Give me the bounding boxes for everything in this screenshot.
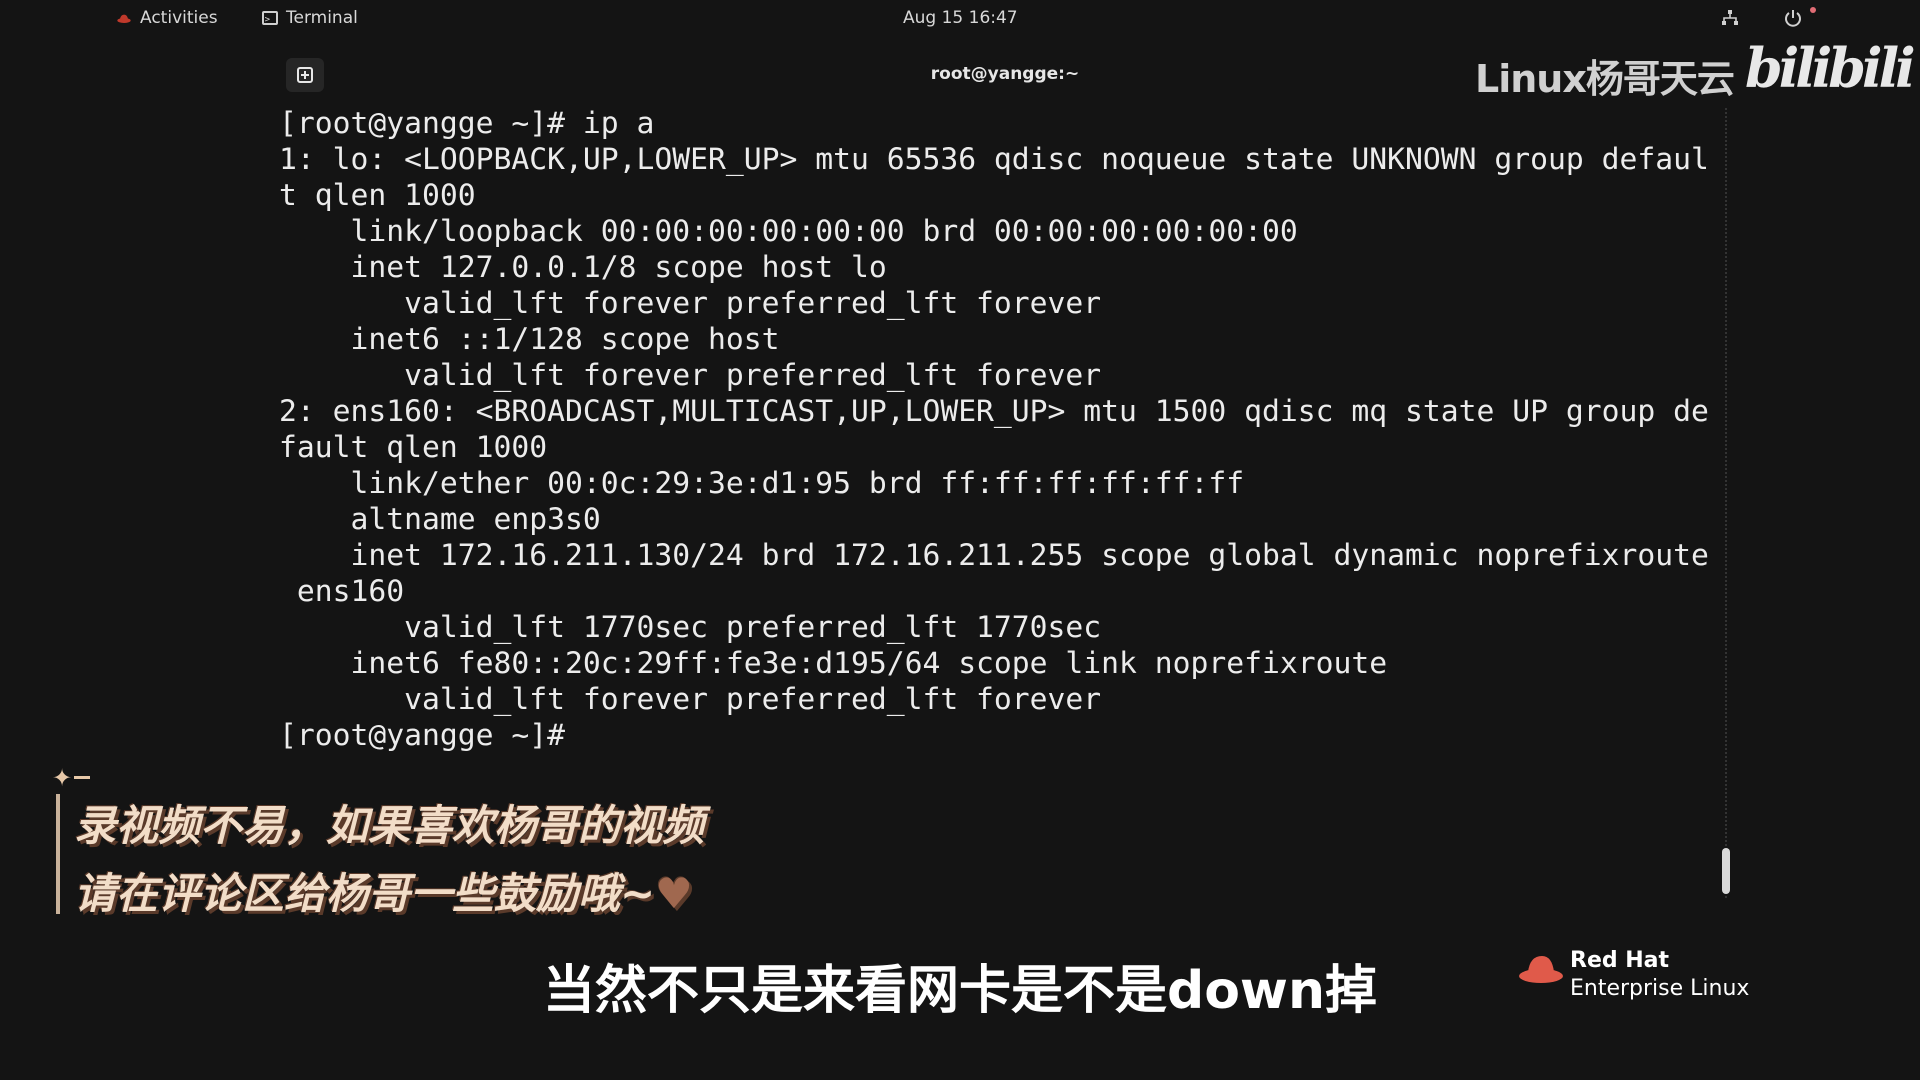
clock-label: Aug 15 16:47 xyxy=(903,8,1018,28)
scrollbar-thumb[interactable] xyxy=(1722,848,1730,894)
brand-line-1: Red Hat xyxy=(1570,948,1670,973)
promo-caption: ✦ 录视频不易，如果喜欢杨哥的视频 请在评论区给杨哥一些鼓励哦~♥ xyxy=(52,764,732,918)
redhat-hat-icon xyxy=(1519,956,1563,983)
scrollbar-track[interactable] xyxy=(1725,108,1731,898)
redhat-logo-icon xyxy=(117,14,131,23)
network-icon[interactable] xyxy=(1721,9,1739,27)
clock[interactable]: Aug 15 16:47 xyxy=(903,8,1018,28)
terminal-icon: >_ xyxy=(262,11,278,25)
heart-icon: ♥ xyxy=(655,869,693,918)
channel-watermark: Linux杨哥天云 xyxy=(1475,57,1735,101)
terminal-app-menu[interactable]: >_ Terminal xyxy=(262,8,358,28)
promo-line-2-text: 请在评论区给杨哥一些鼓励哦~ xyxy=(74,869,656,918)
power-icon[interactable] xyxy=(1783,8,1803,28)
bilibili-logo: bilibili xyxy=(1745,36,1916,100)
brand-line-2: Enterprise Linux xyxy=(1570,976,1750,1001)
terminal-app-label: Terminal xyxy=(286,8,358,28)
decor-bar xyxy=(56,794,60,914)
promo-line-2: 请在评论区给杨哥一些鼓励哦~♥ xyxy=(74,860,693,921)
activities-label: Activities xyxy=(140,8,218,28)
promo-line-1: 录视频不易，如果喜欢杨哥的视频 xyxy=(74,801,705,850)
top-bar: Activities >_ Terminal Aug 15 16:47 xyxy=(0,0,1920,38)
terminal-output-area[interactable]: [root@yangge ~]# ip a 1: lo: <LOOPBACK,U… xyxy=(279,106,1729,786)
decor-dash xyxy=(74,776,90,779)
sparkle-icon: ✦ xyxy=(52,764,73,792)
activities-button[interactable]: Activities xyxy=(116,8,218,28)
terminal-output: [root@yangge ~]# ip a 1: lo: <LOOPBACK,U… xyxy=(279,106,1709,753)
notification-dot xyxy=(1810,7,1816,13)
